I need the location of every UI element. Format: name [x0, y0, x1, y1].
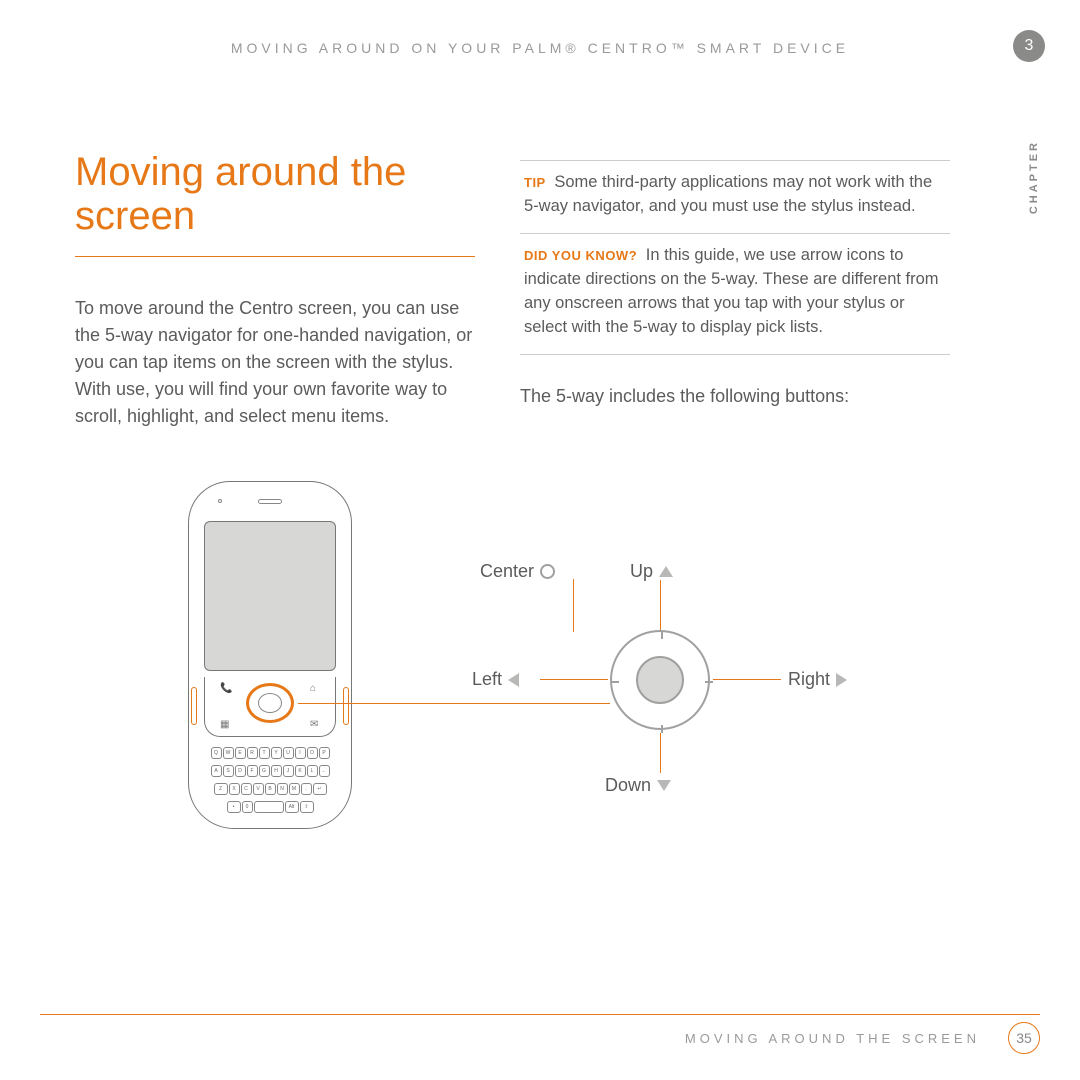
- dpad-diagram: [610, 630, 710, 730]
- softkey-mail-icon: ✉: [310, 719, 318, 730]
- key: O: [307, 747, 318, 759]
- left-arrow-icon: [508, 673, 519, 687]
- key: M: [289, 783, 300, 795]
- running-head: MOVING AROUND ON YOUR PALM® CENTRO™ SMAR…: [0, 40, 1080, 56]
- key: N: [277, 783, 288, 795]
- softkey-home-icon: ⌂: [310, 683, 316, 694]
- key: Z: [214, 783, 228, 795]
- dpad-center-button: [636, 656, 684, 704]
- tip-callout: TIP Some third-party applications may no…: [520, 160, 950, 234]
- key: D: [235, 765, 246, 777]
- key: Q: [211, 747, 222, 759]
- key: ⇧: [300, 801, 314, 813]
- keyboard-row-4: • 0 Alt ⇧: [206, 801, 334, 813]
- key: ←: [319, 765, 330, 777]
- key: R: [247, 747, 258, 759]
- key: G: [259, 765, 270, 777]
- key: A: [211, 765, 222, 777]
- label-right-text: Right: [788, 669, 830, 690]
- side-button-right: [343, 687, 349, 725]
- key: H: [271, 765, 282, 777]
- intro-paragraph: To move around the Centro screen, you ca…: [75, 295, 475, 430]
- key: T: [259, 747, 270, 759]
- label-up: Up: [630, 561, 673, 582]
- label-right: Right: [788, 669, 847, 690]
- chapter-number-badge: 3: [1013, 30, 1045, 62]
- key: F: [247, 765, 258, 777]
- down-arrow-icon: [657, 780, 671, 791]
- leader-line: [298, 703, 610, 704]
- leader-line: [713, 679, 781, 680]
- key: Y: [271, 747, 282, 759]
- label-up-text: Up: [630, 561, 653, 582]
- key: J: [283, 765, 294, 777]
- label-down: Down: [605, 775, 671, 796]
- key: Alt: [285, 801, 299, 813]
- key: K: [295, 765, 306, 777]
- key: B: [265, 783, 276, 795]
- key: P: [319, 747, 330, 759]
- tip-text: Some third-party applications may not wo…: [524, 173, 932, 215]
- key-space: [254, 801, 284, 813]
- key: L: [307, 765, 318, 777]
- key: •: [227, 801, 241, 813]
- right-arrow-icon: [836, 673, 847, 687]
- softkey-phone-icon: 📞: [220, 683, 232, 694]
- up-arrow-icon: [659, 566, 673, 577]
- softkey-calendar-icon: ▦: [220, 719, 229, 730]
- page-title: Moving around the screen: [75, 150, 475, 238]
- tip-label: TIP: [524, 175, 546, 190]
- side-button-left: [191, 687, 197, 725]
- five-way-center-button: [258, 693, 282, 713]
- after-callouts-text: The 5-way includes the following buttons…: [520, 383, 950, 410]
- keyboard-row-2: A S D F G H J K L ←: [206, 765, 334, 777]
- camera-dot: [218, 499, 222, 503]
- keyboard: Q W E R T Y U I O P A S D F G H J K L: [204, 743, 336, 815]
- title-rule: [75, 256, 475, 257]
- leader-line: [660, 733, 661, 773]
- did-you-know-callout: DID YOU KNOW? In this guide, we use arro…: [520, 234, 950, 355]
- key: E: [235, 747, 246, 759]
- footer-text: MOVING AROUND THE SCREEN: [685, 1031, 980, 1046]
- phone-illustration: 📞 ⌂ ▦ ✉ Q W E R T Y U I O P A S D F G: [180, 475, 360, 835]
- leader-line: [540, 679, 608, 680]
- center-icon: [540, 564, 555, 579]
- label-center-text: Center: [480, 561, 534, 582]
- key: U: [283, 747, 294, 759]
- key: 0: [242, 801, 253, 813]
- keyboard-row-3: Z X C V B N M . ↵: [206, 783, 334, 795]
- label-left: Left: [472, 669, 519, 690]
- earpiece: [258, 499, 282, 504]
- key: X: [229, 783, 240, 795]
- page-number-badge: 35: [1008, 1022, 1040, 1054]
- key: I: [295, 747, 306, 759]
- label-left-text: Left: [472, 669, 502, 690]
- key: W: [223, 747, 234, 759]
- dyk-label: DID YOU KNOW?: [524, 248, 637, 263]
- label-center: Center: [480, 561, 555, 582]
- key: .: [301, 783, 312, 795]
- leader-line: [573, 579, 574, 632]
- phone-screen: [204, 521, 336, 671]
- leader-line: [660, 580, 661, 630]
- key: ↵: [313, 783, 327, 795]
- key: V: [253, 783, 264, 795]
- footer-rule: [40, 1014, 1040, 1015]
- key: S: [223, 765, 234, 777]
- key: C: [241, 783, 252, 795]
- chapter-side-label: CHAPTER: [1028, 140, 1040, 214]
- label-down-text: Down: [605, 775, 651, 796]
- keyboard-row-1: Q W E R T Y U I O P: [206, 747, 334, 759]
- five-way-figure: 📞 ⌂ ▦ ✉ Q W E R T Y U I O P A S D F G: [180, 475, 880, 875]
